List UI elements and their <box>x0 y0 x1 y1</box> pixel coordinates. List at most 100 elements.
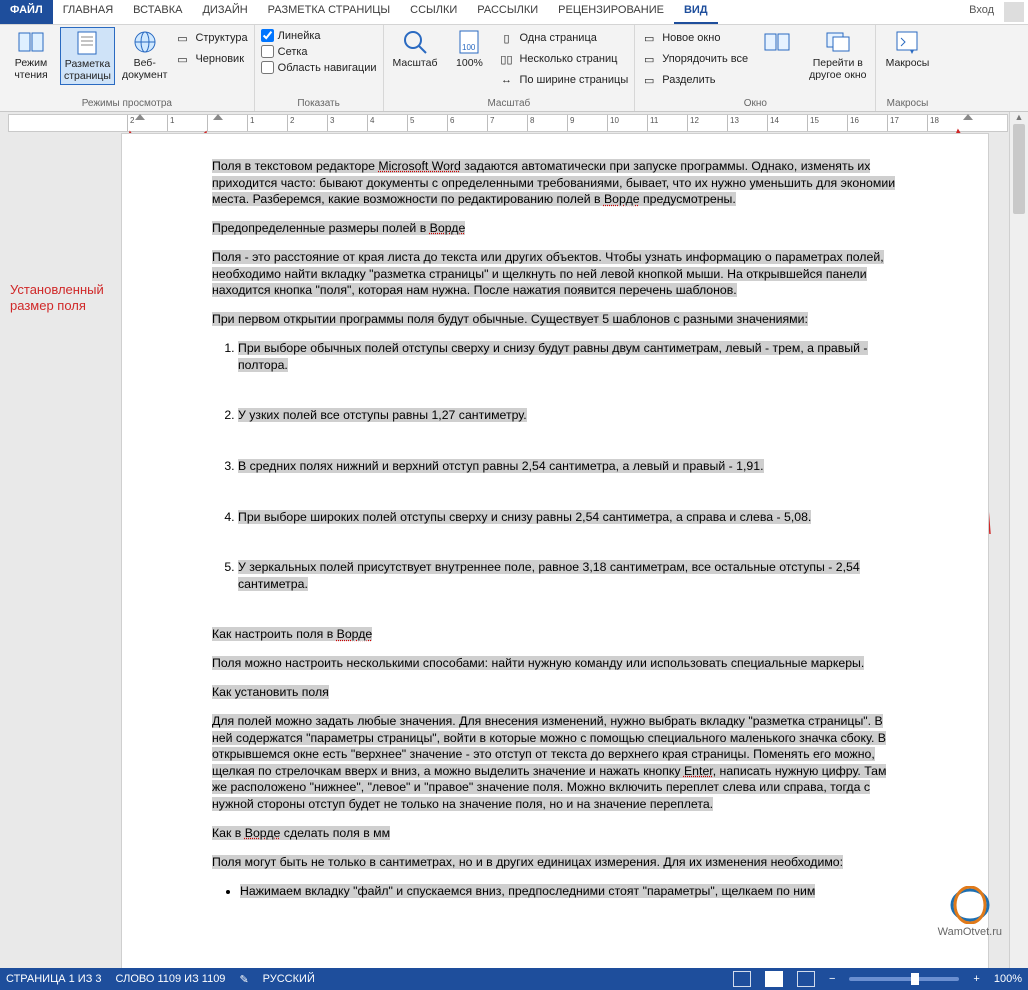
draft-icon: ▭ <box>174 51 190 67</box>
view-read-icon[interactable] <box>733 971 751 987</box>
tab-mailings[interactable]: РАССЫЛКИ <box>467 0 548 24</box>
t2a: Предопределенные размеры полей в <box>212 221 430 235</box>
li2: У узких полей все отступы равны 1,27 сан… <box>238 408 527 422</box>
scroll-thumb[interactable] <box>1013 124 1025 214</box>
structure-button[interactable]: ▭ Структура <box>174 29 247 47</box>
group-views-label: Режимы просмотра <box>6 97 248 111</box>
macros-button[interactable]: Макросы <box>882 27 932 71</box>
watermark-text: WamOtvet.ru <box>938 926 1002 938</box>
page-width-label: По ширине страницы <box>519 74 628 86</box>
t9c: сделать поля в мм <box>280 826 390 840</box>
t8b: Enter <box>684 764 713 778</box>
tab-refs[interactable]: ССЫЛКИ <box>400 0 467 24</box>
zoom-in-button[interactable]: + <box>973 973 979 985</box>
print-layout-label: Разметка страницы <box>64 58 111 82</box>
t1e: предусмотрены. <box>640 192 736 206</box>
t1d: Ворде <box>604 192 640 206</box>
t5b: Ворде <box>337 627 373 641</box>
status-proof-icon[interactable]: ✎ <box>239 973 248 986</box>
globe-icon <box>131 29 159 55</box>
draft-button[interactable]: ▭ Черновик <box>174 50 247 68</box>
scroll-up-icon[interactable]: ▲ <box>1010 112 1028 124</box>
horizontal-ruler[interactable]: 21123456789101112131415161718 <box>8 114 1008 132</box>
new-window-button[interactable]: ▭ Новое окно <box>641 29 748 47</box>
multi-page-button[interactable]: ▯▯Несколько страниц <box>498 50 628 68</box>
grid-checkbox[interactable]: Сетка <box>261 45 377 58</box>
magnifier-icon <box>401 29 429 55</box>
document-page[interactable]: Поля в текстовом редакторе Microsoft Wor… <box>122 134 988 978</box>
group-zoom: Масштаб 100 100% ▯ Одна страница ▯▯Нескол… <box>384 25 636 111</box>
li4: При выборе широких полей отступы сверху … <box>238 510 811 524</box>
user-avatar-icon[interactable] <box>1004 2 1024 22</box>
web-layout-button[interactable]: Веб- документ <box>119 27 170 83</box>
split-button[interactable]: ▭Разделить <box>641 71 748 89</box>
ribbon: Режим чтения Разметка страницы Веб- доку… <box>0 25 1028 112</box>
windows-icon <box>763 29 791 55</box>
read-mode-button[interactable]: Режим чтения <box>6 27 56 83</box>
side-by-side-button[interactable] <box>752 27 802 57</box>
tab-insert[interactable]: ВСТАВКА <box>123 0 192 24</box>
watermark: WamOtvet.ru <box>938 886 1002 938</box>
arrange-all-button[interactable]: ▭ Упорядочить все <box>641 50 748 68</box>
zoom-value[interactable]: 100% <box>994 973 1022 985</box>
read-mode-label: Режим чтения <box>14 57 47 81</box>
zoom-100-label: 100% <box>456 57 483 69</box>
tab-view[interactable]: ВИД <box>674 0 718 24</box>
ruler-checkbox-label: Линейка <box>278 30 321 42</box>
tab-file[interactable]: ФАЙЛ <box>0 0 53 24</box>
one-page-label: Одна страница <box>519 32 596 44</box>
tab-layout[interactable]: РАЗМЕТКА СТРАНИЦЫ <box>258 0 400 24</box>
nav-checkbox[interactable]: Область навигации <box>261 61 377 74</box>
tab-design[interactable]: ДИЗАЙН <box>192 0 257 24</box>
vertical-scrollbar[interactable]: ▲ ▼ <box>1009 112 1028 978</box>
view-print-icon[interactable] <box>765 971 783 987</box>
split-icon: ▭ <box>641 72 657 88</box>
tab-home[interactable]: ГЛАВНАЯ <box>53 0 123 24</box>
page-width-icon: ↔ <box>498 72 514 88</box>
group-macros-label: Макросы <box>882 97 932 111</box>
switch-window-button[interactable]: Перейти в другое окно <box>806 27 869 83</box>
document-area: 21123456789101112131415161718 Маркер Уст… <box>0 112 1028 978</box>
li5: У зеркальных полей присутствует внутренн… <box>238 560 860 591</box>
group-views: Режим чтения Разметка страницы Веб- доку… <box>0 25 255 111</box>
macros-label: Макросы <box>886 57 930 69</box>
view-web-icon[interactable] <box>797 971 815 987</box>
group-window: ▭Новое окно ▭Упорядочить все ▭Разделить … <box>635 25 876 111</box>
status-bar: СТРАНИЦА 1 ИЗ 3 СЛОВО 1109 ИЗ 1109 ✎ РУС… <box>0 968 1028 990</box>
arrange-all-label: Упорядочить все <box>662 53 748 65</box>
new-window-icon: ▭ <box>641 30 657 46</box>
arrange-icon: ▭ <box>641 51 657 67</box>
new-window-label: Новое окно <box>662 32 720 44</box>
zoom-out-button[interactable]: − <box>829 973 835 985</box>
web-layout-label: Веб- документ <box>122 57 167 81</box>
t6: Поля можно настроить несколькими способа… <box>212 656 864 670</box>
menu-tabs: ФАЙЛ ГЛАВНАЯ ВСТАВКА ДИЗАЙН РАЗМЕТКА СТР… <box>0 0 1028 25</box>
bl1: Нажимаем вкладку "файл" и спускаемся вни… <box>240 884 815 898</box>
status-page[interactable]: СТРАНИЦА 1 ИЗ 3 <box>6 973 102 985</box>
one-page-button[interactable]: ▯ Одна страница <box>498 29 628 47</box>
print-layout-button[interactable]: Разметка страницы <box>60 27 115 85</box>
outline-icon: ▭ <box>174 30 190 46</box>
zoom-100-button[interactable]: 100 100% <box>444 27 494 71</box>
t9a: Как в <box>212 826 245 840</box>
status-words[interactable]: СЛОВО 1109 ИЗ 1109 <box>116 973 226 985</box>
grid-checkbox-label: Сетка <box>278 46 308 58</box>
li3: В средних полях нижний и верхний отступ … <box>238 459 764 473</box>
t7: Как установить поля <box>212 685 329 699</box>
ruler-checkbox[interactable]: Линейка <box>261 29 377 42</box>
zoom-button[interactable]: Масштаб <box>390 27 441 71</box>
structure-label: Структура <box>195 32 247 44</box>
draft-label: Черновик <box>195 53 244 65</box>
annotation-size: Установленный размер поля <box>10 282 104 315</box>
group-window-label: Окно <box>641 97 869 111</box>
tab-review[interactable]: РЕЦЕНЗИРОВАНИЕ <box>548 0 674 24</box>
status-language[interactable]: РУССКИЙ <box>263 973 315 985</box>
t1a: Поля в текстовом редакторе <box>212 159 378 173</box>
page-width-button[interactable]: ↔ По ширине страницы <box>498 71 628 89</box>
switch-window-label: Перейти в другое окно <box>809 57 866 81</box>
t10: Поля могут быть не только в сантиметрах,… <box>212 855 843 869</box>
login-link[interactable]: Вход <box>963 0 1000 24</box>
zoom-slider[interactable] <box>849 977 959 981</box>
group-zoom-label: Масштаб <box>390 97 629 111</box>
one-page-icon: ▯ <box>498 30 514 46</box>
